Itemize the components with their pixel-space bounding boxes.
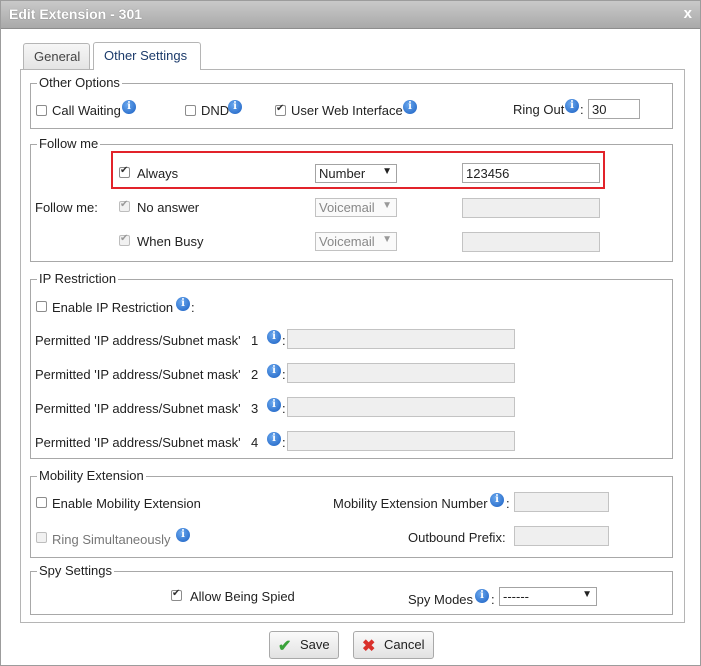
permitted-1-label: Permitted 'IP address/Subnet mask'	[35, 333, 241, 348]
ring-simultaneously-label: Ring Simultaneously	[52, 532, 171, 547]
tab-other-settings[interactable]: Other Settings	[93, 42, 201, 70]
outbound-prefix-label: Outbound Prefix:	[408, 530, 506, 545]
call-waiting-checkbox[interactable]	[36, 105, 47, 116]
permitted-4-input[interactable]	[287, 431, 515, 451]
when-busy-type-select[interactable]: Voicemail ▼	[315, 232, 397, 251]
ring-simultaneously-info-icon[interactable]: i	[176, 528, 190, 542]
spy-modes-label: Spy Modes	[408, 592, 474, 607]
mobility-extension-section: Mobility Extension Enable Mobility Exten…	[30, 468, 673, 558]
no-answer-number-input[interactable]	[462, 198, 600, 218]
other-options-legend: Other Options	[37, 75, 122, 90]
when-busy-label: When Busy	[137, 234, 204, 249]
call-waiting-info-icon[interactable]: i	[122, 100, 136, 114]
cancel-button-label: Cancel	[384, 637, 425, 652]
save-button[interactable]: ✔ Save	[269, 631, 339, 659]
permitted-2-label: Permitted 'IP address/Subnet mask'	[35, 367, 241, 382]
allow-being-spied-checkbox[interactable]	[171, 588, 182, 601]
spy-modes-colon: :	[491, 592, 495, 607]
permitted-1-info-icon[interactable]: i	[267, 330, 281, 344]
chevron-down-icon: ▼	[582, 589, 592, 600]
mobility-extension-number-info-icon[interactable]: i	[490, 493, 504, 507]
ring-out-label: Ring Out	[513, 102, 565, 117]
ring-simultaneously-checkbox[interactable]	[36, 532, 47, 543]
allow-being-spied-label: Allow Being Spied	[190, 589, 295, 604]
permitted-4-number: 4	[251, 435, 259, 450]
checkmark-icon: ✔	[278, 638, 292, 655]
permitted-3-number: 3	[251, 401, 259, 416]
ring-out-input[interactable]: 30	[588, 99, 640, 119]
mobility-extension-number-label: Mobility Extension Number	[333, 496, 488, 511]
no-answer-type-value: Voicemail	[319, 200, 375, 215]
enable-mobility-extension-checkbox[interactable]	[36, 497, 47, 508]
close-icon[interactable]: x	[684, 5, 692, 22]
permitted-3-label: Permitted 'IP address/Subnet mask'	[35, 401, 241, 416]
permitted-1-colon: :	[282, 333, 286, 348]
follow-me-label: Follow me:	[35, 200, 98, 215]
mobility-extension-number-input[interactable]	[514, 492, 609, 512]
enable-ip-restriction-colon: :	[191, 300, 195, 315]
permitted-2-info-icon[interactable]: i	[267, 364, 281, 378]
call-waiting-label: Call Waiting	[52, 103, 121, 118]
always-type-value: Number	[319, 166, 366, 181]
enable-ip-restriction-checkbox[interactable]	[36, 301, 47, 312]
title-bar: Edit Extension - 301 x	[1, 1, 700, 29]
outbound-prefix-input[interactable]	[514, 526, 609, 546]
permitted-2-number: 2	[251, 367, 259, 382]
permitted-4-label: Permitted 'IP address/Subnet mask'	[35, 435, 241, 450]
cancel-button[interactable]: ✖ Cancel	[353, 631, 434, 659]
enable-ip-restriction-info-icon[interactable]: i	[176, 297, 190, 311]
dnd-checkbox[interactable]	[185, 105, 196, 116]
permitted-2-input[interactable]	[287, 363, 515, 383]
user-web-interface-checkbox[interactable]	[275, 103, 286, 116]
ip-restriction-legend: IP Restriction	[37, 271, 119, 286]
when-busy-type-value: Voicemail	[319, 234, 375, 249]
enable-ip-restriction-label: Enable IP Restriction	[52, 300, 174, 315]
ip-restriction-section: IP Restriction Enable IP Restriction i :…	[30, 271, 673, 459]
chevron-down-icon: ▼	[382, 200, 392, 211]
cross-icon: ✖	[362, 638, 376, 655]
permitted-4-colon: :	[282, 435, 286, 450]
permitted-4-info-icon[interactable]: i	[267, 432, 281, 446]
always-number-input[interactable]: 123456	[462, 163, 600, 183]
dialog-title: Edit Extension - 301	[9, 6, 143, 22]
user-web-interface-info-icon[interactable]: i	[403, 100, 417, 114]
permitted-3-colon: :	[282, 401, 286, 416]
always-label: Always	[137, 166, 179, 181]
ring-out-colon: :	[580, 102, 584, 117]
always-type-select[interactable]: Number ▼	[315, 164, 397, 183]
permitted-3-info-icon[interactable]: i	[267, 398, 281, 412]
no-answer-label: No answer	[137, 200, 200, 215]
permitted-2-colon: :	[282, 367, 286, 382]
spy-modes-value: ------	[503, 589, 529, 604]
other-options-section: Other Options Call Waiting i DND i User …	[30, 75, 673, 129]
edit-extension-dialog: Edit Extension - 301 x General Other Set…	[0, 0, 701, 666]
enable-mobility-extension-label: Enable Mobility Extension	[52, 496, 201, 511]
chevron-down-icon: ▼	[382, 166, 392, 177]
when-busy-number-input[interactable]	[462, 232, 600, 252]
spy-settings-section: Spy Settings Allow Being Spied Spy Modes…	[30, 563, 673, 615]
spy-modes-select[interactable]: ------ ▼	[499, 587, 597, 606]
chevron-down-icon: ▼	[382, 234, 392, 245]
permitted-1-input[interactable]	[287, 329, 515, 349]
user-web-interface-label: User Web Interface	[291, 103, 403, 118]
tab-general[interactable]: General	[23, 43, 90, 69]
dnd-info-icon[interactable]: i	[228, 100, 242, 114]
no-answer-type-select[interactable]: Voicemail ▼	[315, 198, 397, 217]
mobility-extension-number-colon: :	[506, 496, 510, 511]
spy-settings-legend: Spy Settings	[37, 563, 114, 578]
ring-out-info-icon[interactable]: i	[565, 99, 579, 113]
when-busy-checkbox[interactable]	[119, 233, 130, 246]
spy-modes-info-icon[interactable]: i	[475, 589, 489, 603]
permitted-1-number: 1	[251, 333, 259, 348]
dnd-label: DND	[201, 103, 230, 118]
always-checkbox[interactable]	[119, 165, 130, 178]
follow-me-legend: Follow me	[37, 136, 101, 151]
save-button-label: Save	[300, 637, 330, 652]
no-answer-checkbox[interactable]	[119, 199, 130, 212]
mobility-extension-legend: Mobility Extension	[37, 468, 146, 483]
follow-me-section: Follow me Follow me: Always Number ▼ 123…	[30, 136, 673, 262]
permitted-3-input[interactable]	[287, 397, 515, 417]
